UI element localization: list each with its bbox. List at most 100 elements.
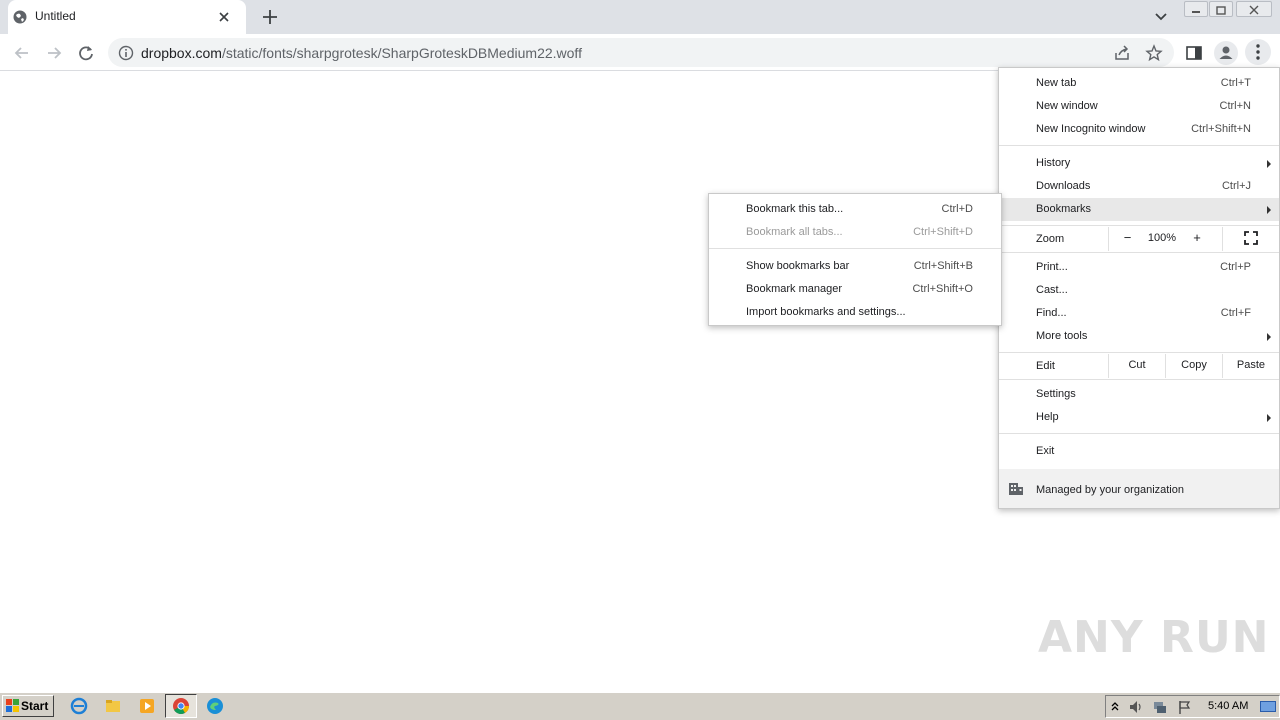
menu-item-label: History	[1036, 157, 1071, 169]
menu-item-new-window[interactable]: New window Ctrl+N	[999, 95, 1279, 118]
chrome-icon	[173, 698, 189, 714]
menu-item-bookmark-this-tab[interactable]: Bookmark this tab... Ctrl+D	[709, 198, 1001, 221]
fullscreen-button[interactable]	[1222, 227, 1279, 251]
edge-icon[interactable]	[206, 697, 224, 715]
menu-item-label: Help	[1036, 411, 1059, 423]
menu-item-shortcut: Ctrl+Shift+N	[1191, 123, 1251, 135]
menu-item-downloads[interactable]: Downloads Ctrl+J	[999, 175, 1279, 198]
menu-item-label: Exit	[1036, 445, 1055, 457]
show-desktop-icon[interactable]	[1259, 699, 1277, 715]
fullscreen-icon	[1244, 231, 1258, 245]
menu-item-bookmark-manager[interactable]: Bookmark manager Ctrl+Shift+O	[709, 278, 1001, 301]
minimize-button[interactable]	[1184, 1, 1208, 17]
tray-expand-icon[interactable]	[1110, 700, 1120, 712]
menu-item-settings[interactable]: Settings	[999, 383, 1279, 406]
managed-by-org-item[interactable]: Managed by your organization	[999, 469, 1279, 508]
menu-item-label: Cast...	[1036, 284, 1068, 296]
menu-item-import-bookmarks[interactable]: Import bookmarks and settings...	[709, 301, 1001, 324]
kebab-menu-icon[interactable]	[1245, 39, 1271, 65]
zoom-out-button[interactable]: −	[1108, 227, 1146, 251]
globe-icon	[13, 10, 27, 24]
internet-explorer-icon[interactable]	[70, 697, 88, 715]
reload-icon[interactable]	[75, 42, 97, 64]
zoom-in-button[interactable]: +	[1178, 227, 1216, 251]
menu-divider	[999, 225, 1279, 226]
menu-item-bookmarks[interactable]: Bookmarks	[999, 198, 1279, 221]
building-icon	[1009, 483, 1023, 495]
side-panel-icon[interactable]	[1185, 44, 1203, 62]
menu-divider	[999, 433, 1279, 434]
menu-divider	[999, 145, 1279, 146]
menu-item-label: Find...	[1036, 307, 1067, 319]
menu-item-label: Bookmark all tabs...	[746, 226, 843, 238]
start-button[interactable]: Start	[2, 695, 54, 717]
forward-arrow-icon[interactable]	[43, 42, 65, 64]
menu-item-shortcut: Ctrl+Shift+B	[913, 260, 973, 272]
anyrun-watermark: ANY RUN	[1038, 612, 1270, 663]
bookmark-star-icon[interactable]	[1145, 44, 1163, 62]
edit-label: Edit	[1036, 360, 1055, 372]
paste-button[interactable]: Paste	[1222, 354, 1279, 378]
start-label: Start	[21, 699, 49, 713]
new-tab-icon[interactable]	[260, 7, 280, 27]
media-player-icon[interactable]	[138, 697, 156, 715]
submenu-arrow-icon	[1267, 160, 1271, 168]
menu-item-edit: Edit Cut Copy Paste	[999, 354, 1279, 378]
profile-avatar[interactable]	[1214, 41, 1238, 65]
menu-item-more-tools[interactable]: More tools	[999, 325, 1279, 348]
action-center-flag-icon[interactable]	[1177, 699, 1193, 715]
tab-title: Untitled	[35, 9, 76, 23]
menu-divider	[999, 252, 1279, 253]
menu-item-label: More tools	[1036, 330, 1088, 342]
window-close-button[interactable]	[1236, 1, 1272, 17]
cut-button[interactable]: Cut	[1108, 354, 1165, 378]
menu-item-print[interactable]: Print... Ctrl+P	[999, 256, 1279, 279]
menu-item-new-tab[interactable]: New tab Ctrl+T	[999, 72, 1279, 95]
menu-item-label: New Incognito window	[1036, 123, 1146, 135]
menu-item-shortcut: Ctrl+J	[1221, 180, 1251, 192]
volume-icon[interactable]	[1128, 699, 1144, 715]
taskbar-clock[interactable]: 5:40 AM	[1208, 700, 1248, 712]
menu-item-shortcut: Ctrl+F	[1220, 307, 1251, 319]
zoom-label: Zoom	[1036, 233, 1065, 245]
url-text[interactable]: dropbox.com/static/fonts/sharpgrotesk/Sh…	[141, 45, 582, 61]
share-icon[interactable]	[1113, 44, 1131, 62]
menu-item-label: Print...	[1036, 261, 1068, 273]
menu-item-new-incognito[interactable]: New Incognito window Ctrl+Shift+N	[999, 118, 1279, 141]
menu-item-label: Bookmarks	[1036, 203, 1092, 215]
close-tab-icon[interactable]	[216, 9, 232, 25]
taskbar-chrome-button[interactable]	[165, 694, 197, 718]
menu-item-shortcut: Ctrl+T	[1220, 77, 1251, 89]
menu-divider	[709, 248, 1001, 249]
bookmarks-submenu: Bookmark this tab... Ctrl+D Bookmark all…	[708, 193, 1002, 326]
menu-item-shortcut: Ctrl+P	[1220, 261, 1251, 273]
restore-button[interactable]	[1209, 1, 1233, 17]
zoom-value: 100%	[1147, 232, 1177, 244]
menu-item-label: Import bookmarks and settings...	[746, 306, 906, 318]
menu-item-label: Bookmark this tab...	[746, 203, 844, 215]
menu-item-shortcut: Ctrl+Shift+O	[912, 283, 973, 295]
menu-item-exit[interactable]: Exit	[999, 440, 1279, 463]
menu-item-shortcut: Ctrl+D	[941, 203, 973, 215]
chevron-down-icon[interactable]	[1152, 8, 1170, 26]
network-icon[interactable]	[1152, 699, 1168, 715]
menu-item-label: Bookmark manager	[746, 283, 842, 295]
copy-button[interactable]: Copy	[1165, 354, 1222, 378]
menu-item-label: Show bookmarks bar	[746, 260, 850, 272]
menu-item-show-bookmarks-bar[interactable]: Show bookmarks bar Ctrl+Shift+B	[709, 255, 1001, 278]
menu-item-shortcut: Ctrl+Shift+D	[913, 226, 973, 238]
file-explorer-icon[interactable]	[104, 697, 122, 715]
info-icon[interactable]	[118, 45, 134, 61]
back-arrow-icon[interactable]	[11, 42, 33, 64]
submenu-arrow-icon	[1267, 414, 1271, 422]
menu-item-find[interactable]: Find... Ctrl+F	[999, 302, 1279, 325]
menu-item-help[interactable]: Help	[999, 406, 1279, 429]
windows-logo-icon	[6, 699, 19, 712]
menu-divider	[999, 379, 1279, 380]
menu-divider	[999, 352, 1279, 353]
menu-item-zoom: Zoom − 100% +	[999, 227, 1279, 251]
menu-item-bookmark-all-tabs: Bookmark all tabs... Ctrl+Shift+D	[709, 221, 1001, 244]
menu-item-history[interactable]: History	[999, 152, 1279, 175]
submenu-arrow-icon	[1267, 333, 1271, 341]
menu-item-cast[interactable]: Cast...	[999, 279, 1279, 302]
